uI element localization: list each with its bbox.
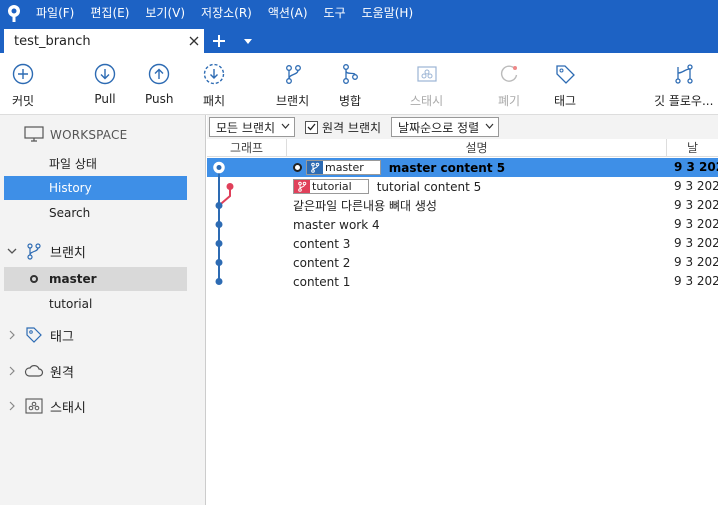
arrow-up-circle-icon xyxy=(146,61,172,87)
menu-edit[interactable]: 편집(E) xyxy=(82,0,137,26)
merge-button[interactable]: 병합 xyxy=(337,61,363,111)
patch-button[interactable]: 패치 xyxy=(201,61,227,111)
sidebar-section-remotes[interactable]: 원격 xyxy=(4,359,194,383)
menu-bar: 파일(F) 편집(E) 보기(V) 저장소(R) 액션(A) 도구 도움말(H) xyxy=(0,0,718,26)
tag-icon xyxy=(552,61,578,87)
sidebar-item-history[interactable]: History xyxy=(4,176,187,200)
branch-icon xyxy=(280,61,306,87)
filter-bar: 모든 브랜치 원격 브랜치 날짜순으로 정렬 xyxy=(207,115,718,139)
plus-circle-icon xyxy=(10,61,36,87)
commit-message: content 1 xyxy=(293,274,351,289)
commit-graph xyxy=(213,161,234,285)
commit-node xyxy=(215,240,223,247)
branch-icon xyxy=(294,180,310,193)
commit-button[interactable]: 커밋 xyxy=(10,61,36,111)
push-button[interactable]: Push xyxy=(145,61,174,111)
sidebar-item-search[interactable]: Search xyxy=(4,201,187,225)
current-branch-icon xyxy=(30,275,38,283)
sidebar-section-branches[interactable]: 브랜치 xyxy=(4,239,194,263)
head-indicator-icon xyxy=(293,163,302,172)
git-flow-button[interactable]: 깃 플로우... xyxy=(654,61,713,111)
commit-list: master master content 5 9 3 2020 tutoria… xyxy=(207,158,718,505)
commit-node xyxy=(216,165,222,170)
branch-button[interactable]: 브랜치 xyxy=(276,61,309,111)
sidebar-section-stashes[interactable]: 스태시 xyxy=(4,394,194,418)
pull-button[interactable]: Pull xyxy=(92,61,118,111)
arrow-down-circle-icon xyxy=(92,61,118,87)
commit-date: 9 3 2020 xyxy=(674,160,718,174)
commit-node xyxy=(226,183,234,190)
add-tab-icon[interactable] xyxy=(207,29,231,53)
chevron-down-icon[interactable] xyxy=(238,29,258,53)
commit-message: tutorial content 5 xyxy=(376,179,482,194)
commit-date: 9 3 2020 xyxy=(674,198,718,212)
remote-branches-checkbox[interactable]: 원격 브랜치 xyxy=(305,119,381,136)
chevron-down-icon xyxy=(485,122,494,132)
chevron-down-icon xyxy=(281,122,290,132)
check-icon[interactable] xyxy=(305,120,319,134)
tab-bar: test_branch xyxy=(0,26,718,53)
menu-view[interactable]: 보기(V) xyxy=(137,0,193,26)
discard-button[interactable]: 폐기 xyxy=(496,61,522,111)
column-graph[interactable]: 그래프 xyxy=(207,139,287,157)
stash-icon xyxy=(24,398,44,414)
column-description[interactable]: 설명 xyxy=(287,139,667,157)
monitor-icon xyxy=(24,125,44,145)
sidebar-item-branch-master[interactable]: master xyxy=(4,267,187,291)
commit-date: 9 3 2020 xyxy=(674,255,718,269)
menu-help[interactable]: 도움말(H) xyxy=(354,0,422,26)
toolbar: 커밋 Pull Push 패치 브랜치 병합 스태시 폐기 태그 깃 플로우..… xyxy=(0,53,718,115)
branch-icon xyxy=(307,161,323,174)
close-icon[interactable] xyxy=(184,31,204,51)
menu-actions[interactable]: 액션(A) xyxy=(260,0,316,26)
menu-tools[interactable]: 도구 xyxy=(316,0,354,26)
git-flow-icon xyxy=(671,61,697,87)
chevron-right-icon xyxy=(4,330,20,340)
column-date[interactable]: 날 xyxy=(667,139,718,157)
commit-list-header: 그래프 설명 날 xyxy=(207,139,718,157)
sidebar-item-branch-tutorial[interactable]: tutorial xyxy=(4,292,187,316)
repo-tab-title: test_branch xyxy=(14,33,91,49)
stash-button[interactable]: 스태시 xyxy=(410,61,443,111)
chevron-down-icon xyxy=(4,247,20,255)
commit-date: 9 3 2020 xyxy=(674,274,718,288)
cloud-icon xyxy=(24,364,44,378)
commit-message: content 2 xyxy=(293,255,351,270)
menu-repository[interactable]: 저장소(R) xyxy=(193,0,260,26)
merge-icon xyxy=(337,61,363,87)
sidebar-section-tags[interactable]: 태그 xyxy=(4,323,194,347)
sourcetree-logo-icon xyxy=(0,0,28,26)
commit-description: master master content 5 xyxy=(293,158,505,177)
stash-icon xyxy=(414,61,440,87)
discard-icon xyxy=(496,61,522,87)
commit-node xyxy=(215,221,223,228)
branch-filter-dropdown[interactable]: 모든 브랜치 xyxy=(209,117,296,137)
tag-button[interactable]: 태그 xyxy=(552,61,578,111)
branch-icon xyxy=(24,242,44,260)
branch-chip-master[interactable]: master xyxy=(306,160,381,175)
branch-chip-tutorial[interactable]: tutorial xyxy=(293,179,369,194)
commit-message: master work 4 xyxy=(293,217,380,232)
fetch-icon xyxy=(201,61,227,87)
commit-message: 같은파일 다른내용 뼈대 생성 xyxy=(293,199,437,213)
commit-node xyxy=(215,278,223,285)
tag-icon xyxy=(24,326,44,344)
sort-dropdown[interactable]: 날짜순으로 정렬 xyxy=(391,117,500,137)
workspace-header: WORKSPACE xyxy=(24,125,127,145)
commit-node xyxy=(215,202,223,209)
commit-message: master content 5 xyxy=(388,160,506,175)
sidebar-item-file-status[interactable]: 파일 상태 xyxy=(4,151,187,175)
repo-tab[interactable]: test_branch xyxy=(4,29,204,53)
menu-file[interactable]: 파일(F) xyxy=(28,0,82,26)
commit-date: 9 3 2020 xyxy=(674,217,718,231)
commit-date: 9 3 2020 xyxy=(674,179,718,193)
sidebar: WORKSPACE 파일 상태 History Search 브랜치 maste… xyxy=(0,115,206,505)
chevron-right-icon xyxy=(4,401,20,411)
commit-date: 9 3 2020 xyxy=(674,236,718,250)
chevron-right-icon xyxy=(4,366,20,376)
commit-description: tutorial tutorial content 5 xyxy=(293,177,481,196)
commit-message: content 3 xyxy=(293,236,351,251)
commit-node xyxy=(215,259,223,266)
